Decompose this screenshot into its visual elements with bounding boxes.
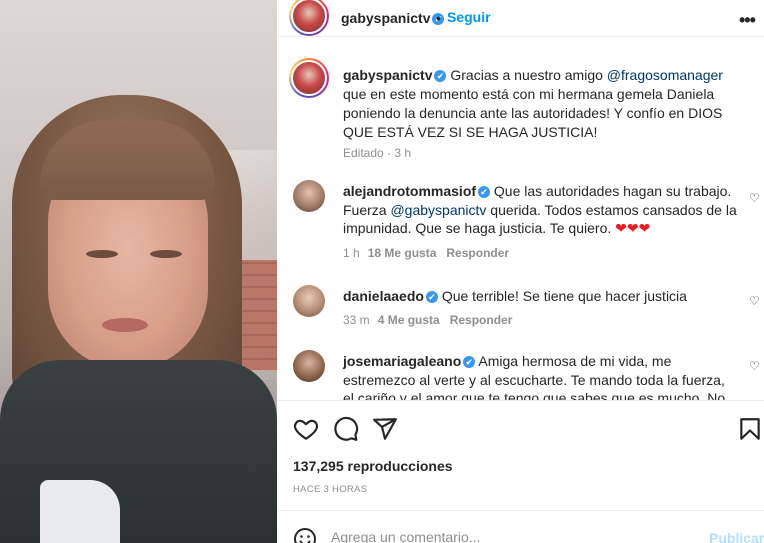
- comment-likes-count[interactable]: 18 Me gusta: [368, 246, 437, 260]
- verified-badge-icon: ✔: [425, 291, 438, 304]
- caption-author-avatar[interactable]: [289, 58, 329, 98]
- caption-username[interactable]: gabyspanictv: [343, 67, 432, 83]
- comment-body: danielaaedo ✔ Que terrible! Se tiene que …: [343, 287, 738, 306]
- follow-button[interactable]: Seguir: [447, 9, 491, 25]
- like-comment-heart-icon[interactable]: ♡: [749, 191, 760, 205]
- separator-dot: •: [436, 10, 441, 26]
- commenter-username[interactable]: josemariagaleano: [343, 353, 461, 369]
- comment-text: Que terrible! Se tiene que hacer justici…: [441, 288, 687, 304]
- comment-body: alejandrotommasiof ✔ Que las autoridades …: [343, 182, 738, 238]
- more-options-icon[interactable]: •••: [739, 10, 756, 31]
- post-caption: gabyspanictv ✔ Gracias a nuestro amigo @f…: [343, 66, 748, 142]
- comment-meta: 33 m 4 Me gusta Responder: [343, 313, 512, 327]
- person-lips: [102, 318, 148, 332]
- comment-body: josemariagaleano ✔ Amiga hermosa de mi vi…: [343, 352, 738, 400]
- person-right-eye: [150, 250, 182, 258]
- post-header: gabyspanictv ✔ • Seguir •••: [277, 0, 764, 37]
- comment-time: 33 m: [343, 313, 370, 327]
- red-heart-emoji-icon: ❤❤❤: [615, 220, 651, 236]
- post-panel: gabyspanictv ✔ • Seguir ••• gabyspanictv ✔…: [277, 0, 764, 543]
- person-left-eye: [86, 250, 118, 258]
- comment-time: 1 h: [343, 246, 360, 260]
- commenter-avatar[interactable]: [293, 285, 325, 317]
- post-actions: 137,295 reproducciones HACE 3 HORAS: [277, 400, 764, 500]
- verified-badge-icon: ✔: [463, 356, 476, 369]
- caption-text-end: que en este momento está con mi hermana …: [343, 86, 723, 140]
- author-avatar[interactable]: [289, 0, 329, 36]
- commenter-avatar[interactable]: [293, 350, 325, 382]
- comment-item: josemariagaleano ✔ Amiga hermosa de mi vi…: [277, 350, 764, 400]
- add-comment-bar: Publicar: [277, 510, 764, 543]
- comment-bubble-icon[interactable]: [333, 416, 359, 442]
- share-send-icon[interactable]: [372, 416, 398, 442]
- save-bookmark-icon[interactable]: [737, 416, 763, 442]
- comment-mention-link[interactable]: @gabyspanictv: [390, 202, 486, 218]
- like-comment-heart-icon[interactable]: ♡: [749, 294, 760, 308]
- views-count[interactable]: 137,295 reproducciones: [293, 458, 453, 474]
- comment-likes-count[interactable]: 4 Me gusta: [378, 313, 440, 327]
- reply-button[interactable]: Responder: [446, 246, 509, 260]
- post-time-ago: HACE 3 HORAS: [293, 484, 368, 495]
- caption-edited-time: Editado · 3 h: [343, 146, 412, 160]
- verified-badge-icon: ✔: [434, 70, 447, 83]
- commenter-username[interactable]: danielaaedo: [343, 288, 424, 304]
- publish-button[interactable]: Publicar: [709, 530, 764, 543]
- like-heart-icon[interactable]: [293, 416, 319, 442]
- author-username-row[interactable]: gabyspanictv ✔: [341, 10, 445, 26]
- caption-text-start: Gracias a nuestro amigo: [450, 67, 607, 83]
- post-video[interactable]: [0, 0, 277, 543]
- comment-meta: 1 h 18 Me gusta Responder: [343, 246, 509, 260]
- like-comment-heart-icon[interactable]: ♡: [749, 359, 760, 373]
- comment-input[interactable]: [331, 529, 651, 543]
- commenter-avatar[interactable]: [293, 180, 325, 212]
- caption-mention-link[interactable]: @fragosomanager: [607, 67, 723, 83]
- commenter-username[interactable]: alejandrotommasiof: [343, 183, 476, 199]
- person-shirt: [40, 480, 120, 543]
- emoji-smiley-icon[interactable]: [293, 527, 317, 543]
- author-username[interactable]: gabyspanictv: [341, 10, 430, 26]
- reply-button[interactable]: Responder: [450, 313, 513, 327]
- verified-badge-icon: ✔: [478, 186, 491, 199]
